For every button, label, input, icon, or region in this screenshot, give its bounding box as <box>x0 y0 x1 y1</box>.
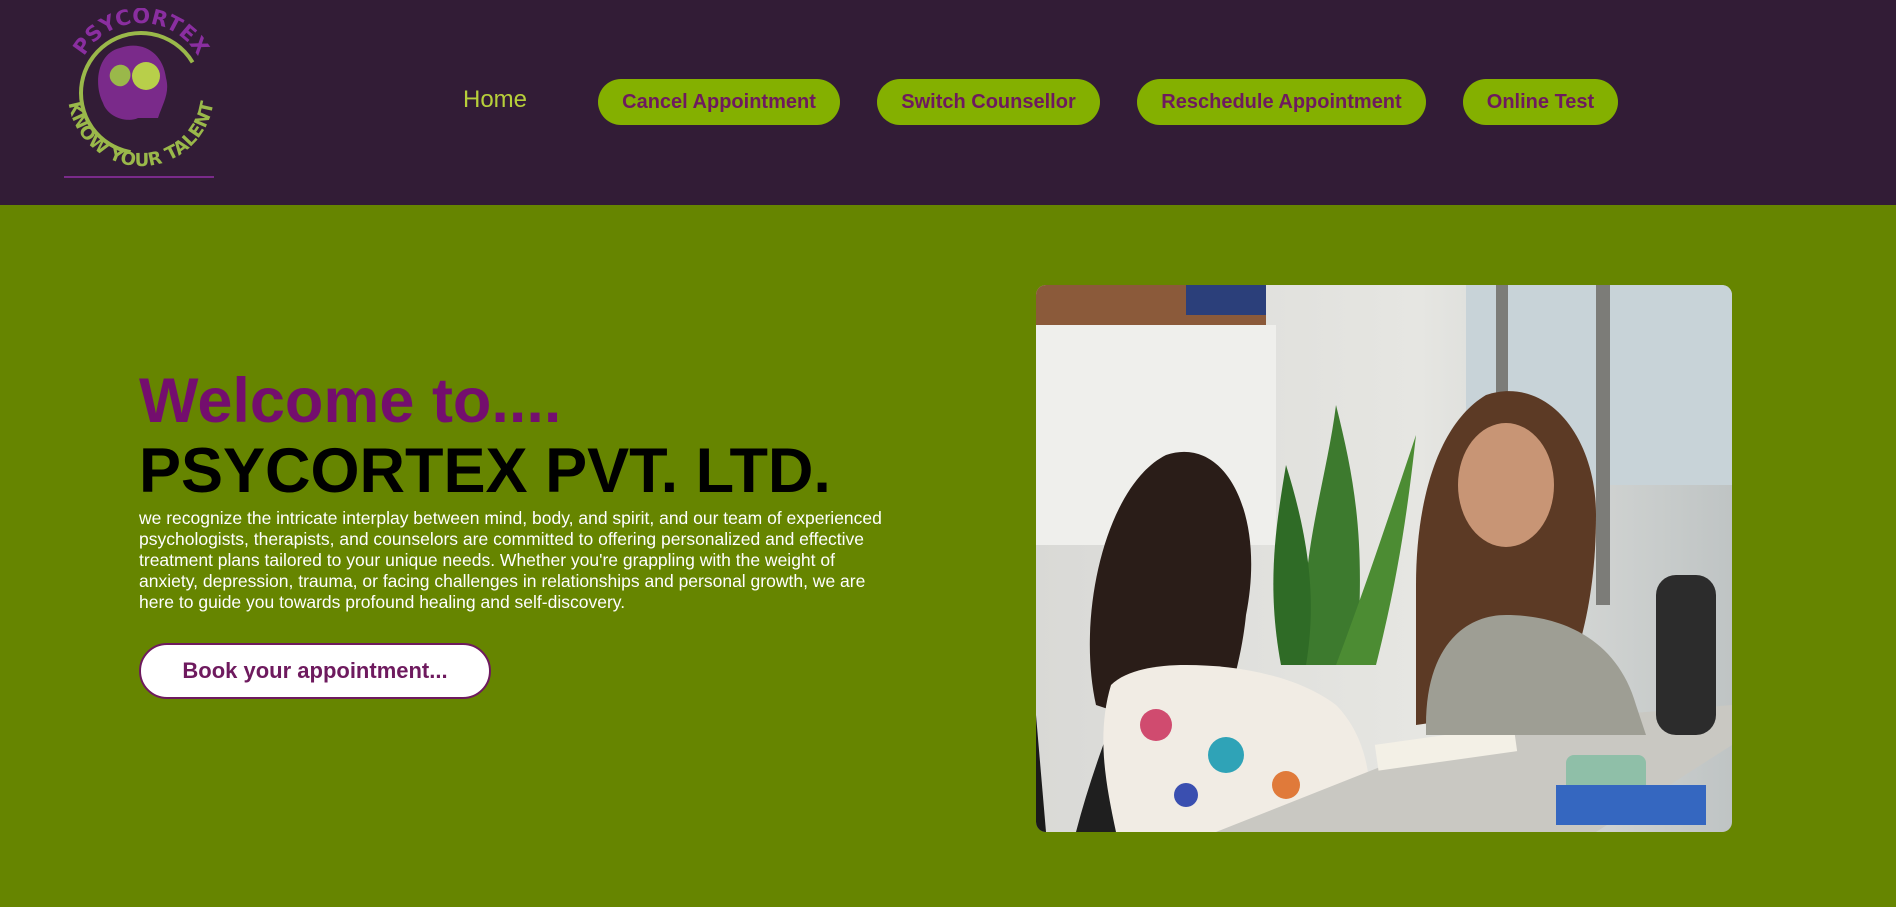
site-header: PSYCORTEX KNOW YOUR TALENT Home Cancel A… <box>0 0 1896 205</box>
cancel-appointment-button[interactable]: Cancel Appointment <box>598 79 840 125</box>
switch-counsellor-button[interactable]: Switch Counsellor <box>877 79 1100 125</box>
nav-home-link[interactable]: Home <box>463 86 527 114</box>
online-test-button[interactable]: Online Test <box>1463 79 1618 125</box>
psycortex-logo[interactable]: PSYCORTEX KNOW YOUR TALENT <box>58 8 224 194</box>
reschedule-appointment-button[interactable]: Reschedule Appointment <box>1137 79 1426 125</box>
hero-welcome-heading: Welcome to.... <box>139 366 562 436</box>
hero-company-name: PSYCORTEX PVT. LTD. <box>139 436 831 506</box>
hero-description: we recognize the intricate interplay bet… <box>139 508 882 612</box>
counselling-session-photo <box>1036 285 1732 832</box>
book-appointment-button[interactable]: Book your appointment... <box>139 643 491 699</box>
